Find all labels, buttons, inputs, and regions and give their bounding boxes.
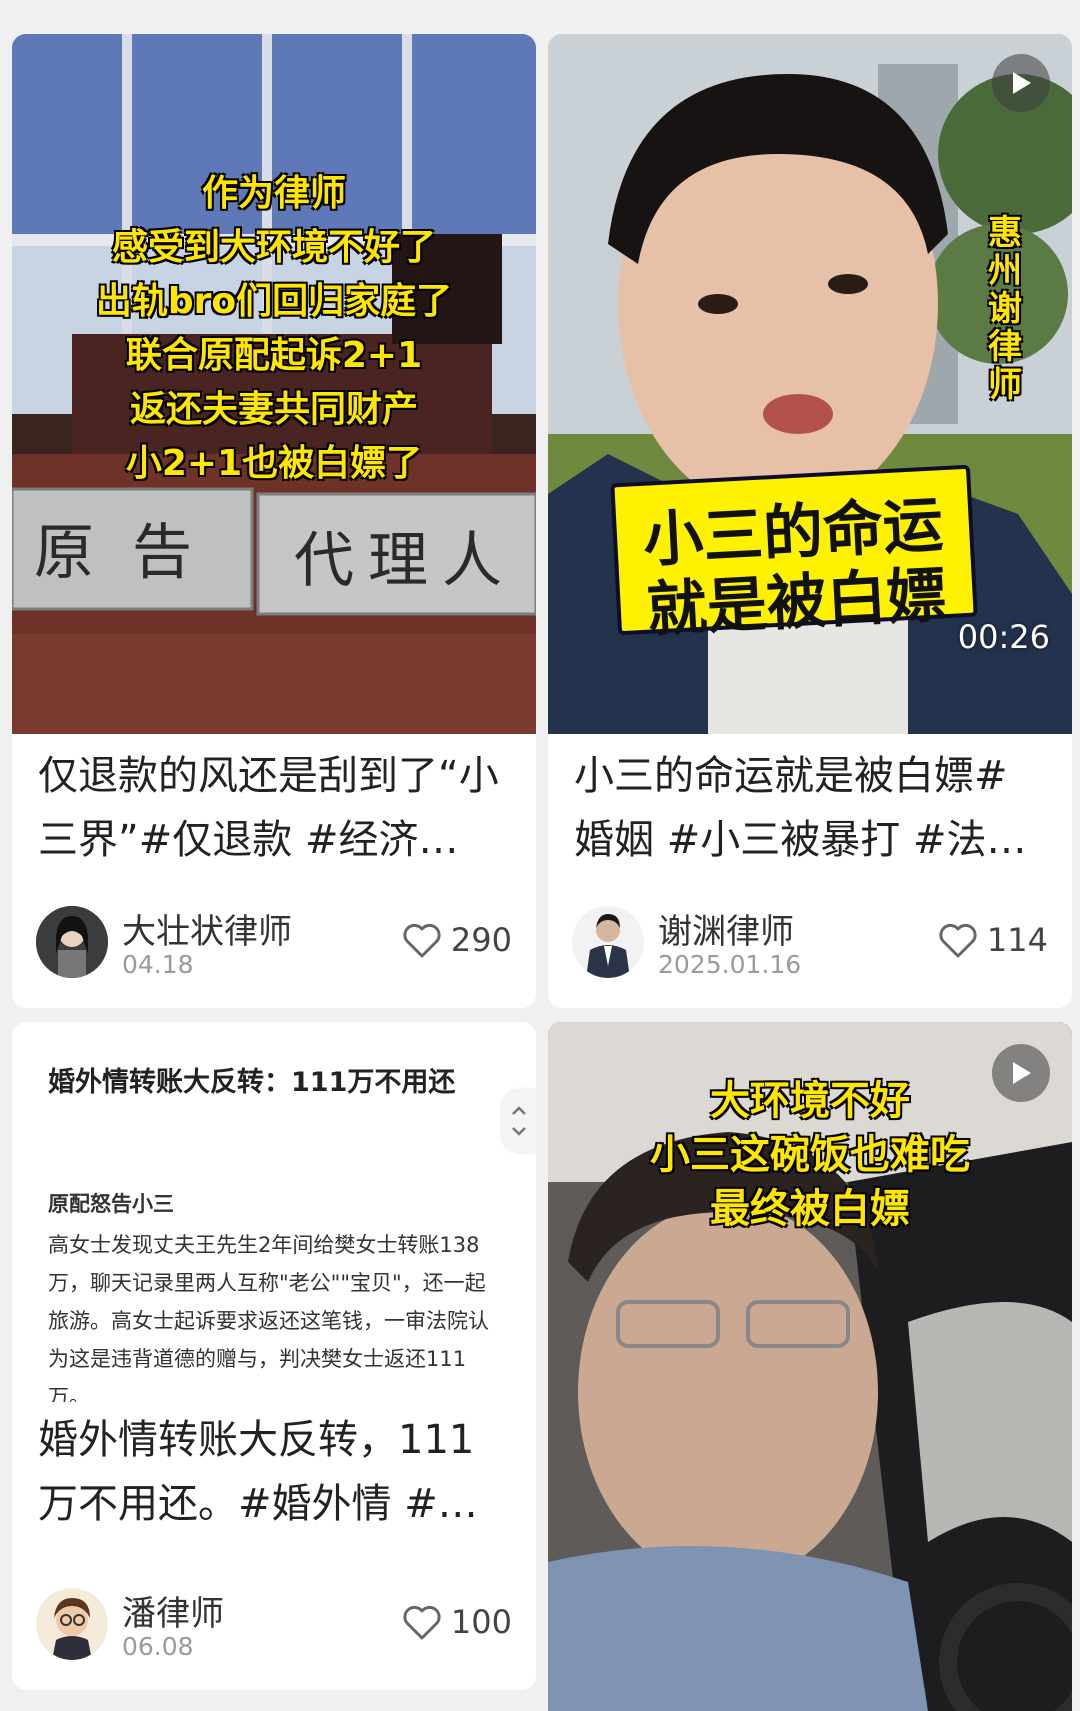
card-4-thumbnail[interactable]: 大环境不好 小三这碗饭也难吃 最终被白嫖 bbox=[548, 1022, 1072, 1711]
avatar[interactable] bbox=[36, 1588, 108, 1660]
scroll-indicator[interactable] bbox=[502, 1090, 536, 1152]
like-button[interactable]: 290 bbox=[401, 918, 512, 962]
doc-heading: 婚外情转账大反转：111万不用还 bbox=[48, 1067, 456, 1098]
side-watermark: 惠州谢律师 bbox=[988, 213, 1022, 405]
play-icon[interactable] bbox=[992, 54, 1050, 112]
like-count: 290 bbox=[450, 921, 512, 959]
post-date: 2025.01.16 bbox=[658, 950, 802, 979]
feed-card-1[interactable]: 原告 代理人 作为律师 感受到大环境不好了 出轨bro们回归家庭了 联合原配起诉… bbox=[12, 34, 536, 1008]
like-count: 114 bbox=[986, 921, 1048, 959]
card-2-meta: 谢渊律师 2025.01.16 114 bbox=[572, 906, 1048, 980]
author-name[interactable]: 谢渊律师 bbox=[658, 904, 794, 953]
sticker-line-2: 就是被白嫖 bbox=[645, 560, 949, 646]
card-2-thumbnail[interactable]: 惠州谢律师 小三的命运 就是被白嫖 00:26 bbox=[548, 34, 1072, 734]
caption-line: 小三这碗饭也难吃 bbox=[650, 1131, 970, 1178]
caption-sticker: 小三的命运 就是被白嫖 bbox=[610, 464, 978, 646]
avatar-image bbox=[36, 906, 108, 978]
feed-card-3[interactable]: 婚外情转账大反转：111万不用还 原配怒告小三 高女士发现丈夫王先生2年间给樊女… bbox=[12, 1022, 536, 1690]
doc-body: 高女士发现丈夫王先生2年间给樊女士转账138万，聊天记录里两人互称"老公""宝贝… bbox=[48, 1233, 489, 1402]
heart-outline-icon bbox=[403, 1605, 441, 1640]
caption-line: 返还夫妻共同财产 bbox=[129, 389, 418, 430]
card-3-thumbnail[interactable]: 婚外情转账大反转：111万不用还 原配怒告小三 高女士发现丈夫王先生2年间给樊女… bbox=[12, 1022, 536, 1402]
nameplate-agent: 代理人 bbox=[294, 526, 516, 596]
up-down-chevron-icon bbox=[512, 1106, 526, 1136]
doc-subheading: 原配怒告小三 bbox=[48, 1192, 174, 1216]
post-date: 06.08 bbox=[122, 1632, 194, 1661]
card-1-title[interactable]: 仅退款的风还是刮到了“小三界”#仅退款 #经济… bbox=[12, 744, 536, 872]
post-date: 04.18 bbox=[122, 950, 194, 979]
nameplate-plaintiff: 原告 bbox=[34, 518, 230, 588]
author-name[interactable]: 大壮状律师 bbox=[122, 904, 292, 953]
like-button[interactable]: 114 bbox=[937, 918, 1048, 962]
feed-card-2[interactable]: 惠州谢律师 小三的命运 就是被白嫖 00:26 小三的命运就是被白嫖# 婚姻 #… bbox=[548, 34, 1072, 1008]
avatar-image bbox=[572, 906, 644, 978]
card-3-meta: 潘律师 06.08 100 bbox=[36, 1588, 512, 1662]
card-1-thumbnail[interactable]: 原告 代理人 作为律师 感受到大环境不好了 出轨bro们回归家庭了 联合原配起诉… bbox=[12, 34, 536, 734]
author-name[interactable]: 潘律师 bbox=[122, 1586, 224, 1635]
card-2-title[interactable]: 小三的命运就是被白嫖# 婚姻 #小三被暴打 #法… bbox=[548, 744, 1072, 872]
caption-line: 出轨bro们回归家庭了 bbox=[95, 281, 453, 322]
caption-line: 联合原配起诉2+1 bbox=[125, 335, 423, 376]
heart-outline-icon bbox=[403, 923, 441, 958]
like-count: 100 bbox=[450, 1603, 512, 1641]
caption-line: 小2+1也被白嫖了 bbox=[125, 443, 423, 484]
feed-card-4[interactable]: 大环境不好 小三这碗饭也难吃 最终被白嫖 bbox=[548, 1022, 1072, 1711]
card-1-meta: 大壮状律师 04.18 290 bbox=[36, 906, 512, 980]
avatar[interactable] bbox=[572, 906, 644, 978]
avatar-image bbox=[36, 1588, 108, 1660]
card-3-title[interactable]: 婚外情转账大反转，111万不用还。#婚外情 #… bbox=[12, 1408, 536, 1536]
play-icon[interactable] bbox=[992, 1044, 1050, 1102]
like-button[interactable]: 100 bbox=[401, 1600, 512, 1644]
caption-line: 感受到大环境不好了 bbox=[111, 227, 436, 268]
video-duration: 00:26 bbox=[957, 618, 1050, 656]
caption-line: 最终被白嫖 bbox=[710, 1185, 910, 1232]
heart-outline-icon bbox=[939, 923, 977, 958]
caption-line: 作为律师 bbox=[201, 173, 346, 214]
avatar[interactable] bbox=[36, 906, 108, 978]
